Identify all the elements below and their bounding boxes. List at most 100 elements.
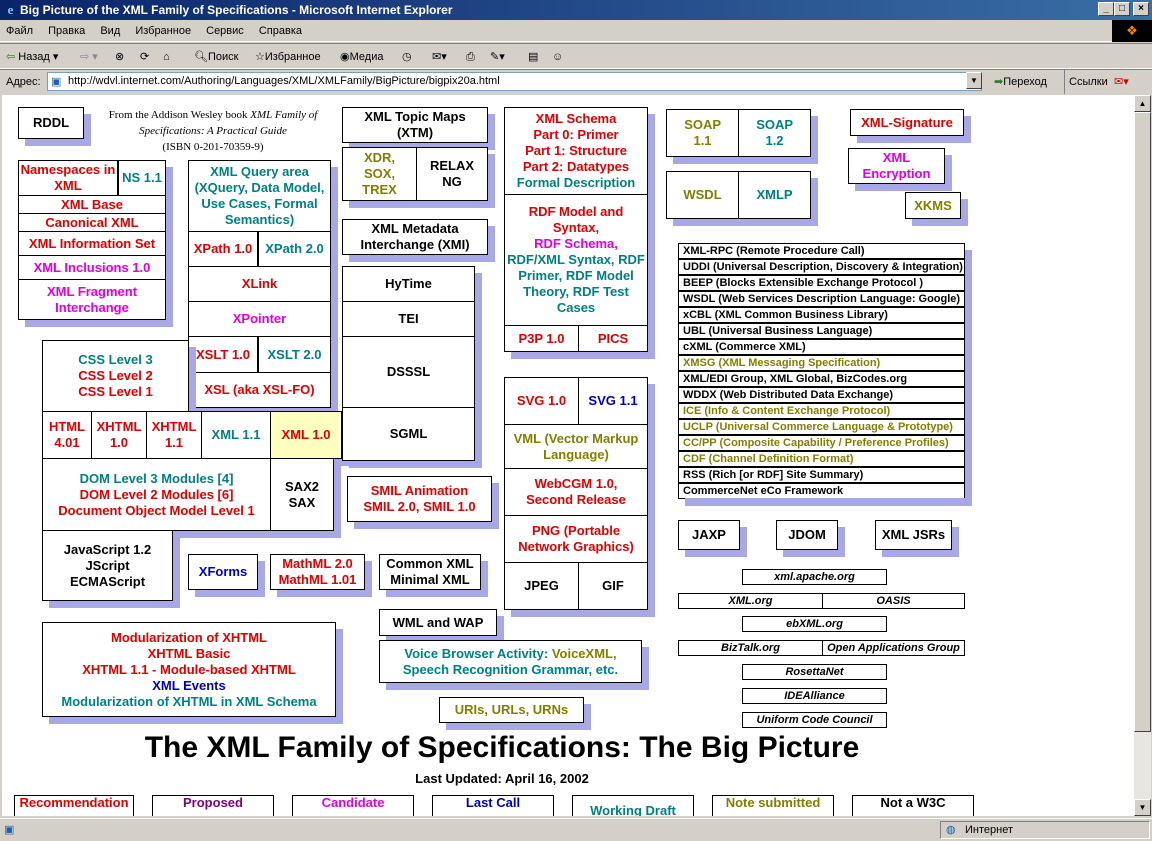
- address-dropdown-icon[interactable]: ▼: [966, 72, 982, 89]
- box-xml-query[interactable]: XML Query area (XQuery, Data Model, Use …: [188, 160, 331, 232]
- menu-view[interactable]: Вид: [94, 20, 126, 42]
- box-xslt2[interactable]: XSLT 2.0: [258, 336, 331, 373]
- link-xml-apache[interactable]: xml.apache.org: [742, 569, 887, 585]
- link-biztalk[interactable]: BizTalk.org: [678, 640, 823, 656]
- box-css[interactable]: CSS Level 3 CSS Level 2 CSS Level 1: [42, 340, 189, 412]
- box-xml-base[interactable]: XML Base: [18, 195, 166, 214]
- box-xkms[interactable]: XKMS: [905, 192, 961, 219]
- link-uniform-code-council[interactable]: Uniform Code Council: [742, 712, 887, 728]
- box-xpointer[interactable]: XPointer: [188, 301, 331, 337]
- spec-list-item[interactable]: xCBL (XML Common Business Library): [678, 307, 965, 323]
- box-voice-browser[interactable]: Voice Browser Activity: VoiceXML, Speech…: [379, 640, 642, 683]
- stop-icon[interactable]: ⊗: [115, 44, 124, 70]
- menu-tools[interactable]: Сервис: [200, 20, 250, 42]
- menu-help[interactable]: Справка: [253, 20, 308, 42]
- box-ns11[interactable]: NS 1.1: [118, 160, 166, 196]
- discuss-icon[interactable]: ▤: [528, 44, 538, 70]
- extension-icon[interactable]: ✉▾: [1114, 70, 1129, 94]
- box-xml11[interactable]: XML 1.1: [201, 411, 271, 459]
- links-button[interactable]: Ссылки: [1064, 70, 1108, 94]
- box-xsl[interactable]: XSL (aka XSL-FO): [188, 372, 331, 408]
- box-pics[interactable]: PICS: [578, 325, 648, 352]
- box-svg10[interactable]: SVG 1.0: [504, 377, 579, 425]
- spec-list-item[interactable]: UCLP (Universal Commerce Language & Prot…: [678, 419, 965, 435]
- menu-file[interactable]: Файл: [0, 20, 39, 42]
- box-hytime[interactable]: HyTime: [342, 266, 475, 302]
- go-button[interactable]: ➡Переход: [994, 70, 1047, 94]
- spec-list-item[interactable]: cXML (Commerce XML): [678, 339, 965, 355]
- mail-icon[interactable]: ✉▾: [432, 44, 447, 70]
- close-button[interactable]: ×: [1133, 2, 1149, 16]
- box-javascript[interactable]: JavaScript 1.2 JScript ECMAScript: [42, 530, 173, 601]
- box-xpath1[interactable]: XPath 1.0: [188, 231, 258, 267]
- box-xhtml-modularization[interactable]: Modularization of XHTML XHTML Basic XHTM…: [42, 622, 336, 717]
- box-png[interactable]: PNG (Portable Network Graphics): [504, 515, 648, 563]
- forward-button[interactable]: ⇨ ▾: [80, 44, 98, 70]
- box-jaxp[interactable]: JAXP: [678, 520, 740, 550]
- box-xml-encryption[interactable]: XML Encryption: [848, 148, 945, 184]
- box-inclusions[interactable]: XML Inclusions 1.0: [18, 255, 166, 280]
- favorites-button[interactable]: ☆Избранное: [255, 44, 321, 70]
- spec-list-item[interactable]: UDDI (Universal Description, Discovery &…: [678, 259, 965, 275]
- scroll-down-icon[interactable]: ▼: [1134, 799, 1151, 816]
- spec-list-item[interactable]: UBL (Universal Business Language): [678, 323, 965, 339]
- link-oasis[interactable]: OASIS: [822, 593, 965, 609]
- box-uris[interactable]: URIs, URLs, URNs: [439, 697, 584, 723]
- spec-list-item[interactable]: CommerceNet eCo Framework: [678, 483, 965, 499]
- spec-list-item[interactable]: XML/EDI Group, XML Global, BizCodes.org: [678, 371, 965, 387]
- link-xml-org[interactable]: XML.org: [678, 593, 823, 609]
- box-soap12[interactable]: SOAP 1.2: [738, 109, 811, 157]
- messenger-icon[interactable]: ☺: [552, 44, 563, 70]
- box-canonical-xml[interactable]: Canonical XML: [18, 213, 166, 232]
- box-dsssl[interactable]: DSSSL: [342, 336, 475, 408]
- menu-edit[interactable]: Правка: [42, 20, 91, 42]
- box-gif[interactable]: GIF: [578, 562, 648, 610]
- box-wml[interactable]: WML and WAP: [379, 609, 497, 636]
- box-xml10[interactable]: XML 1.0: [270, 411, 342, 459]
- box-xml-jsrs[interactable]: XML JSRs: [875, 520, 952, 550]
- spec-list-item[interactable]: WSDL (Web Services Description Language:…: [678, 291, 965, 307]
- box-relax-ng[interactable]: RELAX NG: [416, 147, 488, 201]
- box-common-xml[interactable]: Common XML Minimal XML: [379, 554, 481, 590]
- box-dom[interactable]: DOM Level 3 Modules [4] DOM Level 2 Modu…: [42, 458, 271, 531]
- box-jdom[interactable]: JDOM: [776, 520, 838, 550]
- spec-list-item[interactable]: CDF (Channel Definition Format): [678, 451, 965, 467]
- box-p3p[interactable]: P3P 1.0: [504, 325, 579, 352]
- box-vml[interactable]: VML (Vector Markup Language): [504, 424, 648, 469]
- menu-favorites[interactable]: Избранное: [129, 20, 197, 42]
- print-icon[interactable]: ⎙: [466, 44, 475, 70]
- spec-list-item[interactable]: XMSG (XML Messaging Specification): [678, 355, 965, 371]
- box-tei[interactable]: TEI: [342, 301, 475, 337]
- box-xlink[interactable]: XLink: [188, 266, 331, 302]
- vertical-scrollbar[interactable]: ▲ ▼: [1134, 95, 1151, 816]
- link-idealliance[interactable]: IDEAlliance: [742, 688, 887, 704]
- spec-list-item[interactable]: BEEP (Blocks Extensible Exchange Protoco…: [678, 275, 965, 291]
- spec-list-item[interactable]: CC/PP (Composite Capability / Preference…: [678, 435, 965, 451]
- box-sax[interactable]: SAX2 SAX: [270, 458, 334, 531]
- box-topic-maps[interactable]: XML Topic Maps (XTM): [342, 107, 488, 143]
- box-xml-schema[interactable]: XML Schema Part 0: Primer Part 1: Struct…: [504, 107, 648, 195]
- box-xmi[interactable]: XML Metadata Interchange (XMI): [342, 219, 488, 255]
- history-icon[interactable]: ◷: [402, 44, 412, 70]
- box-webcgm[interactable]: WebCGM 1.0, Second Release: [504, 468, 648, 516]
- box-jpeg[interactable]: JPEG: [504, 562, 579, 610]
- spec-list-item[interactable]: RSS (Rich [or RDF] Site Summary): [678, 467, 965, 483]
- media-button[interactable]: ◉Медиа: [340, 44, 383, 70]
- box-xpath2[interactable]: XPath 2.0: [258, 231, 331, 267]
- box-xforms[interactable]: XForms: [188, 554, 258, 590]
- spec-list-item[interactable]: ICE (Info & Content Exchange Protocol): [678, 403, 965, 419]
- box-fragment[interactable]: XML Fragment Interchange: [18, 279, 166, 320]
- spec-list-item[interactable]: XML-RPC (Remote Procedure Call): [678, 243, 965, 259]
- search-button[interactable]: 🔍︎Поиск: [194, 44, 238, 70]
- box-rdf[interactable]: RDF Model and Syntax, RDF Schema, RDF/XM…: [504, 194, 648, 326]
- home-icon[interactable]: ⌂: [163, 44, 170, 70]
- edit-icon[interactable]: ✎▾: [490, 44, 505, 70]
- back-button[interactable]: ⇦ Назад ▾: [6, 44, 58, 70]
- box-xml-signature[interactable]: XML-Signature: [850, 109, 964, 136]
- box-xmlp[interactable]: XMLP: [738, 171, 811, 219]
- scroll-up-icon[interactable]: ▲: [1134, 95, 1151, 112]
- refresh-icon[interactable]: ⟳: [140, 44, 149, 70]
- box-sgml[interactable]: SGML: [342, 407, 475, 461]
- maximize-button[interactable]: □: [1114, 2, 1130, 16]
- box-mathml[interactable]: MathML 2.0 MathML 1.01: [270, 554, 365, 590]
